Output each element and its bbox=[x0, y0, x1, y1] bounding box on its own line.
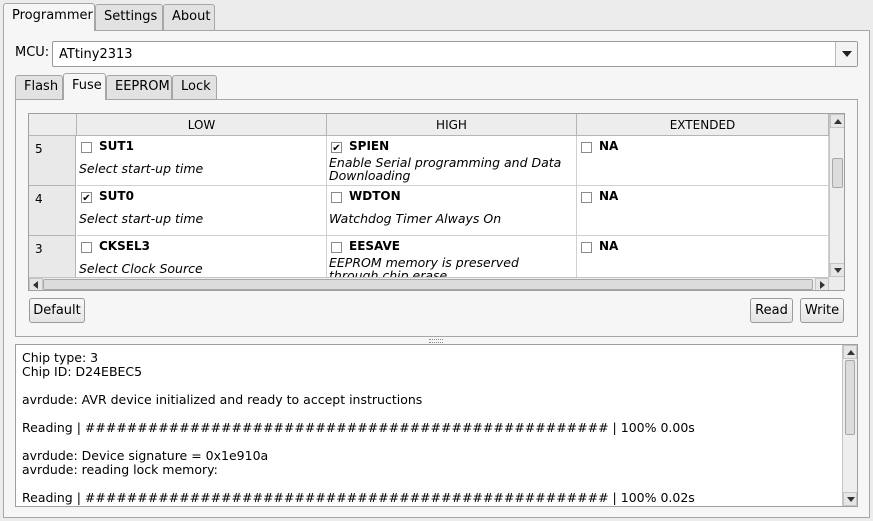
fuse-cell: SUT0 Select start-up time bbox=[77, 186, 327, 236]
fuse-cell: NA bbox=[577, 186, 829, 236]
table-horizontal-scrollbar[interactable] bbox=[29, 277, 829, 290]
tab-flash[interactable]: Flash bbox=[15, 75, 63, 99]
log-vertical-scrollbar[interactable] bbox=[842, 345, 857, 506]
table-corner bbox=[29, 114, 77, 136]
fuse-name: NA bbox=[599, 189, 619, 203]
fuse-name: SUT0 bbox=[99, 189, 134, 203]
fuse-cell: SUT1 Select start-up time bbox=[77, 136, 327, 186]
fuse-table: LOW HIGH EXTENDED 5 SUT1 Select start-up… bbox=[28, 113, 845, 291]
splitter-handle[interactable] bbox=[429, 339, 443, 343]
fuse-description: Enable Serial programming and Data Downl… bbox=[329, 155, 562, 183]
fuse-name: SUT1 bbox=[99, 139, 134, 153]
log-output[interactable]: Chip type: 3 Chip ID: D24EBEC5 avrdude: … bbox=[15, 344, 858, 507]
row-header[interactable]: 4 bbox=[29, 186, 76, 236]
fuse-checkbox[interactable] bbox=[581, 192, 592, 203]
log-line: avrdude: Device signature = 0x1e910a bbox=[22, 448, 269, 463]
write-button[interactable]: Write bbox=[800, 298, 844, 323]
scrollbar-thumb[interactable] bbox=[845, 360, 855, 435]
fuse-name: NA bbox=[599, 239, 619, 253]
fuse-cell: WDTON Watchdog Timer Always On bbox=[327, 186, 577, 236]
fuse-name: NA bbox=[599, 139, 619, 153]
fuse-name: CKSEL3 bbox=[99, 239, 150, 253]
tab-eeprom[interactable]: EEPROM bbox=[106, 75, 172, 99]
scroll-up-icon[interactable] bbox=[843, 345, 857, 359]
fuse-checkbox[interactable] bbox=[581, 242, 592, 253]
fuse-description: Select Clock Source bbox=[79, 261, 203, 276]
fuse-cell: NA bbox=[577, 136, 829, 186]
scroll-up-icon[interactable] bbox=[830, 114, 844, 128]
log-line: Reading | ##############################… bbox=[22, 420, 695, 435]
row-header[interactable]: 5 bbox=[29, 136, 76, 186]
scrollbar-thumb[interactable] bbox=[832, 158, 843, 188]
fuse-checkbox[interactable] bbox=[81, 142, 92, 153]
tab-lock[interactable]: Lock bbox=[172, 75, 217, 99]
column-header-extended[interactable]: EXTENDED bbox=[577, 114, 829, 136]
fuse-description: Watchdog Timer Always On bbox=[329, 211, 502, 226]
log-line: avrdude: AVR device initialized and read… bbox=[22, 392, 423, 407]
mcu-label: MCU: bbox=[15, 45, 50, 60]
scrollbar-thumb[interactable] bbox=[43, 279, 813, 290]
log-line: avrdude: reading lock memory: bbox=[22, 462, 218, 477]
chevron-down-icon[interactable] bbox=[835, 42, 857, 66]
scroll-corner bbox=[829, 277, 844, 290]
fuse-name: SPIEN bbox=[349, 139, 390, 153]
fuse-name: EESAVE bbox=[349, 239, 400, 253]
tab-programmer[interactable]: Programmer bbox=[3, 3, 95, 31]
fuse-description: Select start-up time bbox=[79, 211, 204, 226]
mcu-value: ATtiny2313 bbox=[59, 47, 133, 62]
fuse-cell: SPIEN Enable Serial programming and Data… bbox=[327, 136, 577, 186]
column-header-high[interactable]: HIGH bbox=[327, 114, 577, 136]
tab-about[interactable]: About bbox=[163, 4, 215, 30]
log-line: Chip ID: D24EBEC5 bbox=[22, 364, 143, 379]
fuse-name: WDTON bbox=[349, 189, 401, 203]
fuse-checkbox[interactable] bbox=[331, 142, 342, 153]
scroll-left-icon[interactable] bbox=[29, 278, 43, 290]
fuse-checkbox[interactable] bbox=[331, 192, 342, 203]
tab-settings[interactable]: Settings bbox=[95, 4, 163, 30]
column-header-low[interactable]: LOW bbox=[77, 114, 327, 136]
scroll-right-icon[interactable] bbox=[815, 278, 829, 290]
mcu-select[interactable]: ATtiny2313 bbox=[52, 41, 858, 67]
read-button[interactable]: Read bbox=[750, 298, 793, 323]
fuse-checkbox[interactable] bbox=[581, 142, 592, 153]
scroll-down-icon[interactable] bbox=[830, 263, 844, 277]
tab-fuse[interactable]: Fuse bbox=[63, 73, 106, 100]
fuse-checkbox[interactable] bbox=[331, 242, 342, 253]
table-vertical-scrollbar[interactable] bbox=[829, 114, 844, 277]
log-line: Chip type: 3 bbox=[22, 350, 99, 365]
scroll-down-icon[interactable] bbox=[843, 492, 857, 506]
fuse-checkbox[interactable] bbox=[81, 192, 92, 203]
fuse-checkbox[interactable] bbox=[81, 242, 92, 253]
log-line: Reading | ##############################… bbox=[22, 490, 695, 505]
default-button[interactable]: Default bbox=[29, 298, 85, 323]
fuse-description: Select start-up time bbox=[79, 161, 204, 176]
